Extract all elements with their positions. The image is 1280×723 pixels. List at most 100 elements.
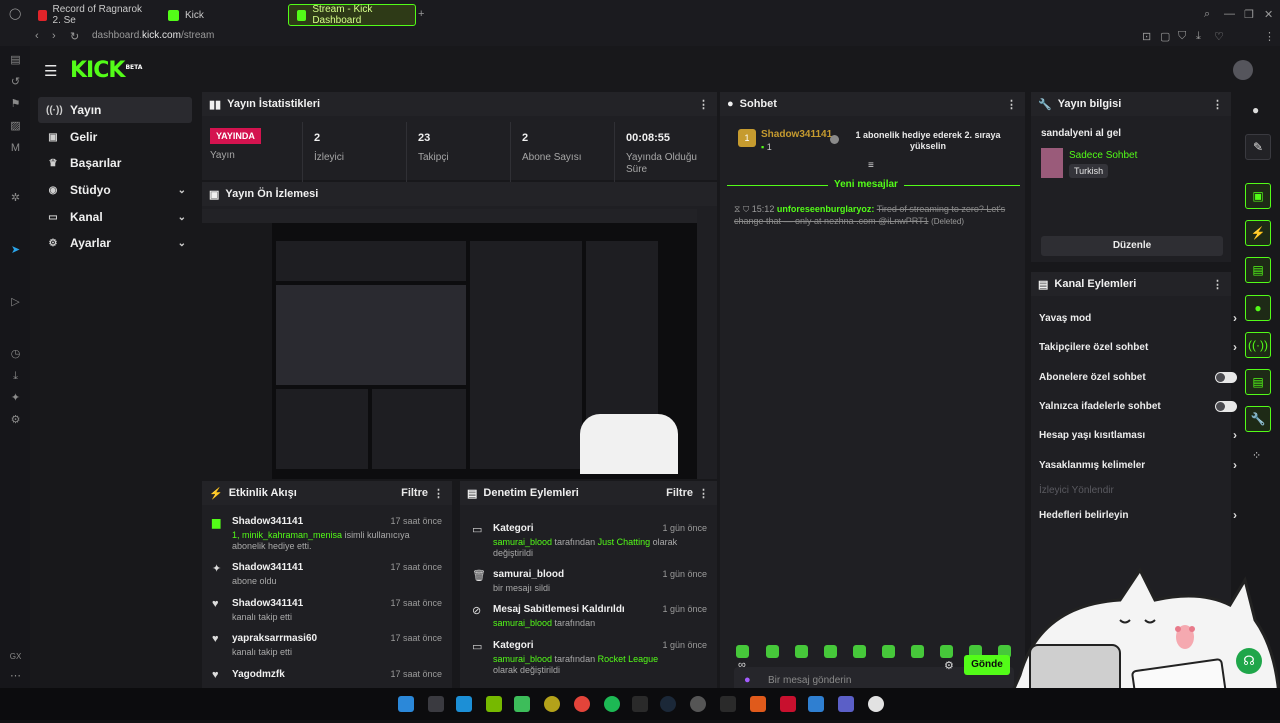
app-icon[interactable] — [720, 696, 736, 712]
xbox-icon[interactable] — [514, 696, 530, 712]
emote-icon[interactable] — [882, 645, 895, 658]
menu-icon[interactable]: ⋮ — [1264, 30, 1275, 43]
more-icon[interactable]: ⋯ — [9, 670, 22, 683]
sidebar-item-ayarlar[interactable]: ⚙ Ayarlar ⌄ — [38, 230, 192, 256]
downloads-icon[interactable]: ⤓ — [9, 370, 22, 383]
new-tab-icon[interactable]: + — [418, 8, 424, 20]
mail-icon[interactable]: M — [9, 142, 22, 155]
gx-icon[interactable]: GX — [9, 650, 22, 663]
epic-games-icon[interactable] — [632, 696, 648, 712]
telegram-icon[interactable]: ➤ — [9, 244, 22, 257]
hamburger-icon[interactable]: ☰ — [44, 62, 57, 80]
action-subscribers-only[interactable]: Abonelere özel sohbet — [1031, 366, 1237, 388]
sidebar-item-basarilar[interactable]: ♛ Başarılar — [38, 150, 192, 176]
opera-gx-icon[interactable] — [544, 696, 560, 712]
gear-icon[interactable]: ⚙ — [944, 659, 954, 672]
emote-icon[interactable] — [766, 645, 779, 658]
download-icon[interactable]: ⤓ — [1196, 30, 1201, 43]
heart-icon[interactable]: ♡ — [1214, 30, 1224, 43]
sidebar-item-kanal[interactable]: ▭ Kanal ⌄ — [38, 204, 192, 230]
chrome-icon[interactable] — [574, 696, 590, 712]
more-icon[interactable]: ⋮ — [1212, 98, 1223, 111]
sidebar-item-gelir[interactable]: ▣ Gelir — [38, 124, 192, 150]
message-user[interactable]: unforeseenburglaryoz: — [777, 204, 875, 214]
chat-icon[interactable]: ● — [1245, 295, 1271, 321]
emote-icon[interactable] — [911, 645, 924, 658]
filter-button[interactable]: Filtre — [401, 487, 428, 499]
opera-gx-logo-icon[interactable]: ◯ — [9, 7, 21, 20]
app-icon[interactable] — [750, 696, 766, 712]
broadcast-icon[interactable]: ((·)) — [1245, 332, 1271, 358]
preview-icon[interactable]: ▣ — [1245, 183, 1271, 209]
settings-icon[interactable]: ✲ — [9, 192, 22, 205]
action-followers-only[interactable]: Takipçilere özel sohbet › — [1031, 336, 1237, 358]
toggle-switch[interactable] — [1215, 371, 1237, 383]
extensions-icon[interactable]: ✦ — [9, 392, 22, 405]
more-icon[interactable]: ⋮ — [1006, 98, 1017, 111]
gaming-icon[interactable]: ⚑ — [9, 98, 22, 111]
steam-icon[interactable] — [660, 696, 676, 712]
edge-icon[interactable] — [456, 696, 472, 712]
app-icon[interactable] — [780, 696, 796, 712]
action-emote-only[interactable]: Yalnızca ifadelerle sohbet — [1031, 395, 1237, 417]
lightning-icon[interactable]: ⚡ — [1245, 220, 1271, 246]
emote-icon[interactable] — [940, 645, 953, 658]
reload-icon[interactable]: ↻ — [70, 30, 79, 43]
action-banned-words[interactable]: Yasaklanmış kelimeler › — [1031, 454, 1237, 476]
search-icon[interactable] — [428, 696, 444, 712]
pinned-user[interactable]: Shadow341141 — [761, 129, 832, 140]
more-icon[interactable]: ⋮ — [698, 98, 709, 111]
kick-logo[interactable]: KICKBETA — [70, 58, 142, 83]
browser-tab-ragnarok[interactable]: Record of Ragnarok 2. Se — [30, 4, 150, 26]
filter-button[interactable]: Filtre — [666, 487, 693, 499]
teams-icon[interactable] — [838, 696, 854, 712]
points-icon[interactable]: ∞ — [738, 659, 746, 671]
app-icon[interactable] — [808, 696, 824, 712]
stream-preview-video[interactable] — [202, 209, 697, 479]
actions-icon[interactable]: ▤ — [1245, 369, 1271, 395]
action-set-goals[interactable]: Hedefleri belirleyin › — [1031, 504, 1237, 526]
messenger-icon[interactable]: ▤ — [9, 54, 22, 67]
shield-icon[interactable]: ⛉ — [1178, 30, 1186, 43]
news-icon[interactable]: ▨ — [9, 120, 22, 133]
action-account-age[interactable]: Hesap yaşı kısıtlaması › — [1031, 424, 1237, 446]
forward-icon[interactable]: › — [52, 30, 56, 42]
toggle-switch[interactable] — [1215, 400, 1237, 412]
url-field[interactable]: dashboard.kick.com/stream — [92, 30, 214, 41]
maximize-icon[interactable]: ❐ — [1244, 8, 1254, 21]
avatar[interactable] — [1233, 60, 1253, 80]
back-icon[interactable]: ‹ — [35, 30, 39, 42]
info-icon[interactable]: ● — [1252, 103, 1259, 117]
extension-icon[interactable]: ⊡ — [1142, 30, 1151, 43]
emote-icon[interactable] — [853, 645, 866, 658]
history-icon[interactable]: ↺ — [9, 76, 22, 89]
windows-start-icon[interactable] — [398, 696, 414, 712]
spotify-icon[interactable] — [604, 696, 620, 712]
wrench-icon[interactable]: 🔧 — [1245, 406, 1271, 432]
minimize-icon[interactable]: — — [1224, 8, 1235, 20]
emote-icon[interactable] — [736, 645, 749, 658]
screenshot-icon[interactable]: ▢ — [1160, 30, 1170, 43]
browser-tab-kick[interactable]: Kick — [160, 4, 280, 26]
sidebar-item-yayin[interactable]: ((·)) Yayın — [38, 97, 192, 123]
nvidia-icon[interactable] — [486, 696, 502, 712]
search-icon[interactable]: ⌕ — [1204, 8, 1210, 21]
browser-tab-dashboard[interactable]: Stream - Kick Dashboard — [288, 4, 416, 26]
edit-icon[interactable]: ✎ — [1245, 134, 1271, 160]
obs-icon[interactable] — [690, 696, 706, 712]
support-chat-button[interactable]: ☊ — [1236, 648, 1262, 674]
edit-button[interactable]: Düzenle — [1041, 236, 1223, 256]
clock-icon[interactable]: ◷ — [9, 348, 22, 361]
sidebar-item-studyo[interactable]: ◉ Stüdyo ⌄ — [38, 177, 192, 203]
action-slow-mode[interactable]: Yavaş mod › — [1031, 307, 1237, 329]
document-icon[interactable]: ▤ — [1245, 257, 1271, 283]
more-icon[interactable]: ⋮ — [1212, 278, 1223, 291]
more-icon[interactable]: ⋮ — [698, 487, 709, 500]
player-icon[interactable]: ▷ — [9, 296, 22, 309]
gear-icon[interactable]: ⚙ — [9, 414, 22, 427]
emote-icon[interactable] — [824, 645, 837, 658]
app-icon[interactable] — [868, 696, 884, 712]
collapse-icon[interactable]: ≡ — [868, 160, 874, 171]
more-icon[interactable]: ⋮ — [433, 487, 444, 500]
apps-icon[interactable]: ⁘ — [1252, 449, 1261, 462]
